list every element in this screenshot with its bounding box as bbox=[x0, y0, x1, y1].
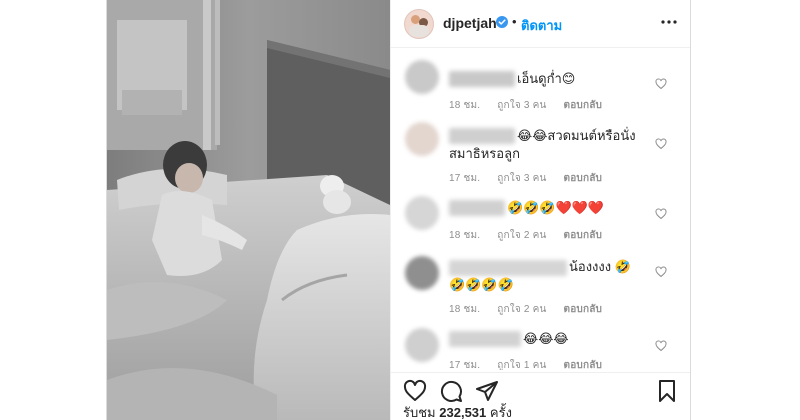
comment-time[interactable]: 17 ชม. bbox=[449, 173, 480, 184]
comment-text: เอ็นดูก่ำ😊 bbox=[517, 71, 576, 86]
verified-badge-icon bbox=[496, 16, 508, 28]
instagram-post: djpetjah • ติดตาม เอ็นดูก่ำ😊 18 ชม. ถูกใ… bbox=[106, 0, 691, 420]
comment-text-line-2: 🤣🤣🤣🤣 bbox=[449, 277, 514, 292]
commenter-avatar[interactable] bbox=[405, 256, 439, 290]
comment-like-heart-icon[interactable] bbox=[655, 138, 667, 150]
comment-meta: 18 ชม. ถูกใจ 3 คน ตอบกลับ bbox=[449, 98, 616, 113]
comment-text-line-1: น้องงงง 🤣 bbox=[569, 259, 631, 274]
bookmark-icon[interactable] bbox=[655, 379, 679, 403]
more-options-icon[interactable] bbox=[659, 12, 679, 32]
header-separator: • bbox=[512, 14, 517, 29]
action-bar bbox=[391, 372, 690, 403]
video-frame-image bbox=[107, 0, 390, 420]
share-icon[interactable] bbox=[475, 379, 499, 403]
comment-meta: 17 ชม. ถูกใจ 1 คน ตอบกลับ bbox=[449, 358, 616, 370]
comment-text-line-1: 😂😂สวดมนต์หรือนั่ง bbox=[517, 128, 636, 143]
comment-time[interactable]: 17 ชม. bbox=[449, 360, 480, 370]
commenter-avatar[interactable] bbox=[405, 328, 439, 362]
commenter-name-blurred[interactable] bbox=[449, 71, 515, 87]
commenter-name-blurred[interactable] bbox=[449, 128, 515, 144]
comment-like-heart-icon[interactable] bbox=[655, 340, 667, 352]
comment-likes[interactable]: ถูกใจ 2 คน bbox=[497, 230, 546, 241]
comments-list[interactable]: เอ็นดูก่ำ😊 18 ชม. ถูกใจ 3 คน ตอบกลับ 😂😂ส… bbox=[391, 48, 690, 370]
comment-meta: 17 ชม. ถูกใจ 3 คน ตอบกลับ bbox=[449, 171, 616, 186]
comment-text-line-2: สมาธิหรอลูก bbox=[449, 146, 520, 161]
comment-likes[interactable]: ถูกใจ 3 คน bbox=[497, 100, 546, 111]
views-label: รับชม bbox=[403, 405, 436, 420]
heart-icon[interactable] bbox=[403, 379, 427, 403]
comment-likes[interactable]: ถูกใจ 1 คน bbox=[497, 360, 546, 370]
commenter-avatar[interactable] bbox=[405, 60, 439, 94]
post-header: djpetjah • ติดตาม bbox=[391, 0, 690, 48]
follow-button[interactable]: ติดตาม bbox=[521, 15, 562, 36]
post-sidebar: djpetjah • ติดตาม เอ็นดูก่ำ😊 18 ชม. ถูกใ… bbox=[390, 0, 690, 420]
post-video[interactable] bbox=[107, 0, 390, 420]
comment-likes[interactable]: ถูกใจ 3 คน bbox=[497, 173, 546, 184]
commenter-name-blurred[interactable] bbox=[449, 200, 505, 216]
commenter-avatar[interactable] bbox=[405, 122, 439, 156]
comment-time[interactable]: 18 ชม. bbox=[449, 230, 480, 241]
reply-button[interactable]: ตอบกลับ bbox=[564, 230, 603, 241]
reply-button[interactable]: ตอบกลับ bbox=[564, 100, 603, 111]
comment-time[interactable]: 18 ชม. bbox=[449, 304, 480, 315]
comment-meta: 18 ชม. ถูกใจ 2 คน ตอบกลับ bbox=[449, 228, 616, 243]
comment-meta: 18 ชม. ถูกใจ 2 คน ตอบกลับ bbox=[449, 302, 616, 317]
reply-button[interactable]: ตอบกลับ bbox=[564, 360, 603, 370]
comment-icon[interactable] bbox=[439, 379, 463, 403]
view-count[interactable]: รับชม 232,531 ครั้ง bbox=[403, 402, 512, 420]
comment-like-heart-icon[interactable] bbox=[655, 266, 667, 278]
reply-button[interactable]: ตอบกลับ bbox=[564, 304, 603, 315]
reply-button[interactable]: ตอบกลับ bbox=[564, 173, 603, 184]
comment-like-heart-icon[interactable] bbox=[655, 78, 667, 90]
commenter-name-blurred[interactable] bbox=[449, 260, 567, 276]
author-avatar[interactable] bbox=[404, 9, 434, 39]
views-unit: ครั้ง bbox=[489, 405, 512, 420]
commenter-avatar[interactable] bbox=[405, 196, 439, 230]
comment-text: 😂😂😂 bbox=[523, 331, 569, 346]
comment-like-heart-icon[interactable] bbox=[655, 208, 667, 220]
comment-time[interactable]: 18 ชม. bbox=[449, 100, 480, 111]
comment-likes[interactable]: ถูกใจ 2 คน bbox=[497, 304, 546, 315]
author-username[interactable]: djpetjah bbox=[443, 15, 497, 31]
comment-text: 🤣🤣🤣❤️❤️❤️ bbox=[507, 200, 605, 215]
commenter-name-blurred[interactable] bbox=[449, 331, 521, 347]
views-number: 232,531 bbox=[439, 405, 487, 420]
